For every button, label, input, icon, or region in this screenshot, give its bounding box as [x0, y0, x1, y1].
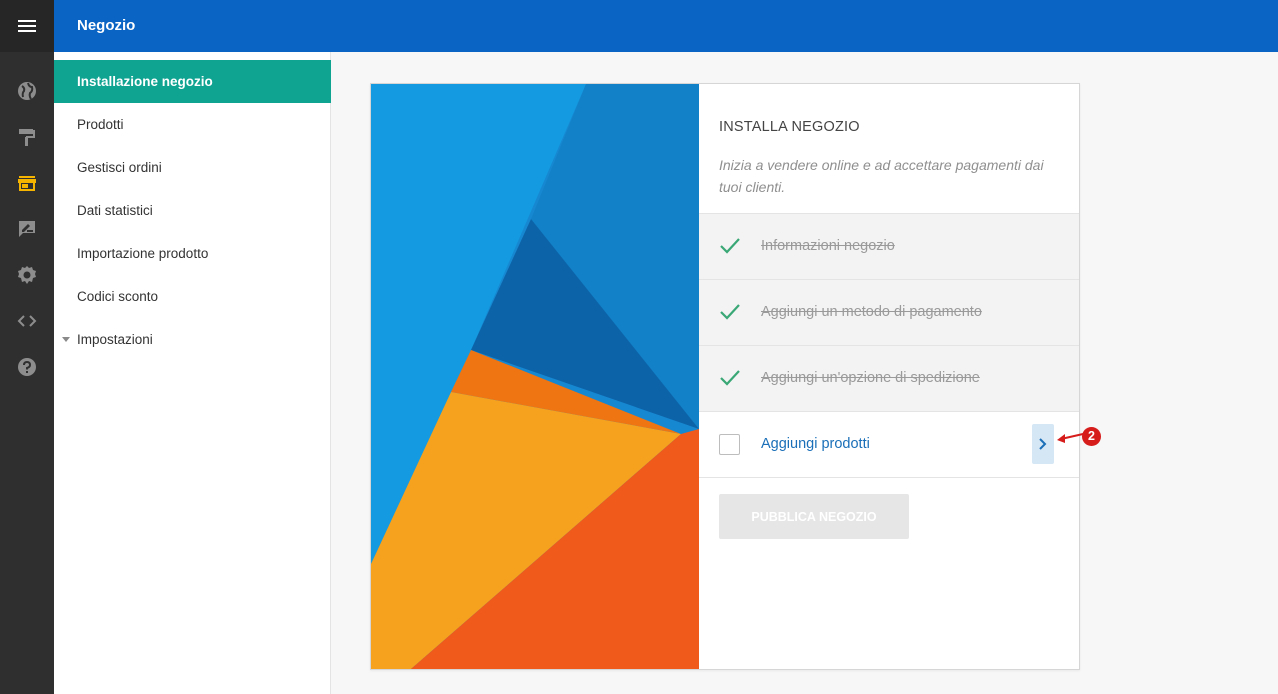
checkmark-icon [719, 368, 741, 393]
sidebar-item-label: Dati statistici [77, 203, 153, 218]
step-label: Aggiungi un'opzione di spedizione [761, 370, 980, 386]
top-bar: Negozio [54, 0, 1278, 52]
store-icon[interactable] [0, 160, 54, 206]
sidebar-item-label: Codici sconto [77, 289, 159, 304]
publish-store-button[interactable]: PUBBLICA NEGOZIO [719, 494, 909, 539]
sidebar-item-prodotti[interactable]: Prodotti [54, 103, 330, 146]
gear-icon[interactable] [0, 252, 54, 298]
sidebar-item-label: Prodotti [77, 117, 124, 132]
paint-roller-icon[interactable] [0, 114, 54, 160]
step-label: Informazioni negozio [761, 238, 895, 254]
sidebar: Installazione negozio Prodotti Gestisci … [54, 52, 331, 694]
globe-icon[interactable] [0, 68, 54, 114]
menu-icon[interactable] [0, 0, 54, 52]
step-informazioni-negozio[interactable]: Informazioni negozio [699, 213, 1079, 279]
page-title: Negozio [77, 17, 136, 34]
annotation-badge: 2 [1082, 427, 1101, 446]
sidebar-item-label: Impostazioni [77, 332, 153, 347]
sidebar-item-importazione-prodotto[interactable]: Importazione prodotto [54, 232, 330, 275]
decorative-illustration [371, 84, 699, 669]
setup-card: INSTALLA NEGOZIO Inizia a vendere online… [370, 83, 1080, 670]
help-icon[interactable] [0, 344, 54, 390]
step-label[interactable]: Aggiungi prodotti [761, 436, 870, 452]
sidebar-item-installazione-negozio[interactable]: Installazione negozio [54, 60, 331, 103]
divider [699, 477, 1079, 478]
setup-panel: INSTALLA NEGOZIO Inizia a vendere online… [699, 84, 1079, 669]
sidebar-item-label: Gestisci ordini [77, 160, 162, 175]
caret-down-icon [62, 337, 70, 342]
step-metodo-pagamento[interactable]: Aggiungi un metodo di pagamento [699, 279, 1079, 345]
step-label: Aggiungi un metodo di pagamento [761, 304, 982, 320]
step-aggiungi-prodotti[interactable]: Aggiungi prodotti [699, 411, 1079, 477]
step-opzione-spedizione[interactable]: Aggiungi un'opzione di spedizione [699, 345, 1079, 411]
sidebar-item-dati-statistici[interactable]: Dati statistici [54, 189, 330, 232]
sidebar-item-gestisci-ordini[interactable]: Gestisci ordini [54, 146, 330, 189]
setup-description: Inizia a vendere online e ad accettare p… [719, 157, 1044, 195]
sidebar-item-impostazioni[interactable]: Impostazioni [54, 318, 330, 361]
checkmark-icon [719, 302, 741, 327]
chevron-right-icon[interactable] [1032, 424, 1054, 464]
sidebar-item-codici-sconto[interactable]: Codici sconto [54, 275, 330, 318]
edit-note-icon[interactable] [0, 206, 54, 252]
code-icon[interactable] [0, 298, 54, 344]
app-rail [0, 0, 54, 694]
sidebar-item-label: Installazione negozio [77, 74, 213, 89]
step-checkbox[interactable] [719, 434, 740, 455]
setup-title: INSTALLA NEGOZIO [719, 119, 860, 135]
sidebar-item-label: Importazione prodotto [77, 246, 209, 261]
checkmark-icon [719, 236, 741, 261]
